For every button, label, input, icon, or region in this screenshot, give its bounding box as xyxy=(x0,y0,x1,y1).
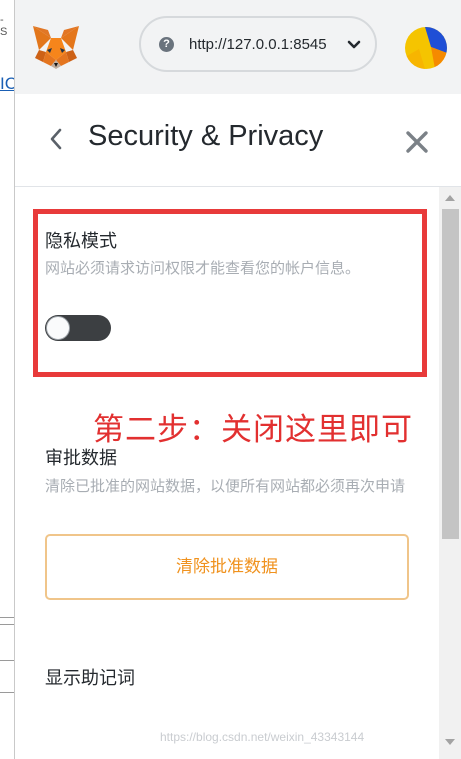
background-divider xyxy=(0,660,14,661)
clear-approval-data-button[interactable]: 清除批准数据 xyxy=(45,534,409,600)
help-icon[interactable]: ? xyxy=(159,37,174,52)
metamask-popup: ? http://127.0.0.1:8545 Security & Priva… xyxy=(14,0,461,759)
chevron-left-icon[interactable] xyxy=(47,126,65,152)
identicon-icon xyxy=(405,27,447,69)
reveal-seed-phrase-title[interactable]: 显示助记词 xyxy=(45,664,135,690)
annotation-text: 第二步：关闭这里即可 xyxy=(93,412,413,448)
chevron-down-icon[interactable] xyxy=(347,38,361,52)
background-divider xyxy=(0,617,14,618)
network-selector[interactable]: ? http://127.0.0.1:8545 xyxy=(139,16,377,72)
account-avatar[interactable] xyxy=(405,27,447,69)
background-text: - S xyxy=(0,14,8,38)
scroll-down-icon[interactable] xyxy=(445,739,455,745)
watermark: https://blog.csdn.net/weixin_43343144 xyxy=(160,730,365,744)
page-title: Security & Privacy xyxy=(88,120,324,152)
highlight-box xyxy=(33,209,427,377)
network-label: http://127.0.0.1:8545 xyxy=(189,36,327,53)
settings-content: 隐私模式 网站必须请求访问权限才能查看您的帐户信息。 第二步：关闭这里即可 审批… xyxy=(15,187,439,759)
background-divider xyxy=(0,692,14,693)
app-header: ? http://127.0.0.1:8545 xyxy=(15,0,461,94)
approval-data-title: 审批数据 xyxy=(45,448,117,469)
scroll-up-icon[interactable] xyxy=(445,195,455,201)
background-divider xyxy=(0,624,14,625)
scrollbar-thumb[interactable] xyxy=(442,209,459,539)
scrollbar[interactable] xyxy=(439,187,461,759)
background-page: - S IC xyxy=(0,0,17,759)
close-icon[interactable] xyxy=(405,130,429,154)
metamask-fox-icon[interactable] xyxy=(31,24,81,70)
approval-data-description: 清除已批准的网站数据，以便所有网站都必须再次申请 xyxy=(45,477,406,495)
